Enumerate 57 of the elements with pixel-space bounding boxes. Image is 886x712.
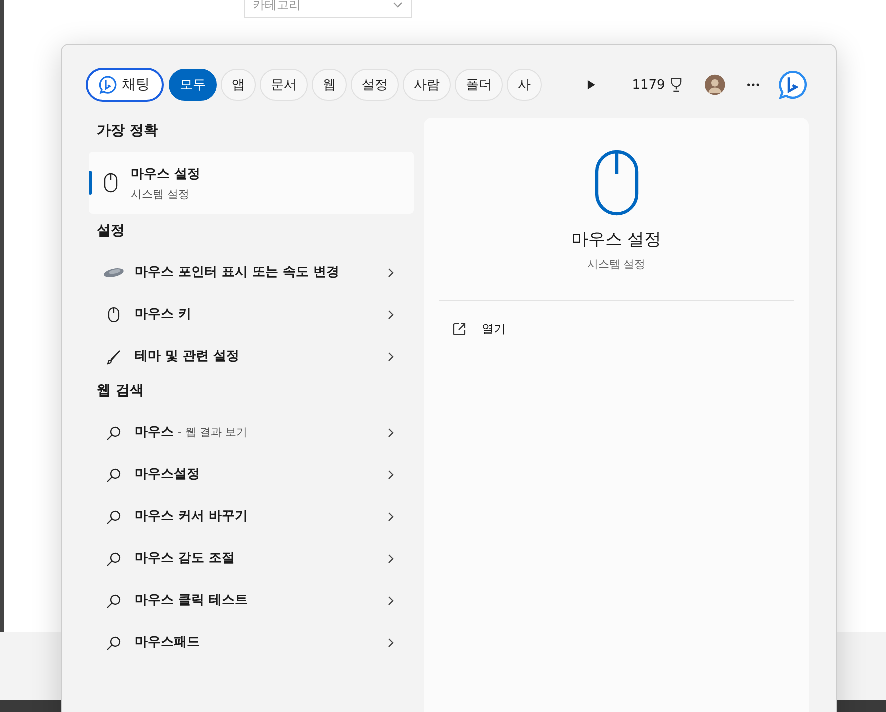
result-item[interactable]: 마우스패드 [89,622,414,664]
result-subtitle: 시스템 설정 [131,186,190,202]
chevron-right-icon [388,512,394,522]
filter-tab[interactable]: 모두 [169,69,217,101]
filter-tab[interactable]: 사람 [403,69,451,101]
chevron-icon [393,2,403,8]
result-item[interactable]: 마우스 키 [89,294,414,336]
result-title: 마우스 키 [135,306,193,324]
chevron-right-icon [388,268,394,278]
filter-tab[interactable]: 문서 [260,69,308,101]
points-count: 1179 [632,78,666,92]
chat-button[interactable]: 채팅 [86,68,164,102]
result-item[interactable]: 마우스 포인터 표시 또는 속도 변경 [89,252,414,294]
section-heading: 설정 [96,222,126,241]
filter-tab[interactable]: 앱 [221,69,256,101]
filter-tab[interactable]: 설정 [351,69,399,101]
more-icon[interactable] [746,83,760,87]
chat-logo-icon [98,75,118,95]
best-match-item[interactable]: 마우스 설정 시스템 설정 [89,152,414,214]
mouse-device-icon [103,267,125,279]
result-title: 마우스설정 [135,466,201,484]
result-title: 테마 및 관련 설정 [135,348,241,366]
chevron-right-icon [388,596,394,606]
result-item[interactable]: 마우스 클릭 테스트 [89,580,414,622]
preview-subtitle: 시스템 설정 [587,257,646,272]
mouse-icon [594,150,638,216]
chevron-right-icon [388,470,394,480]
filter-tab[interactable]: 웹 [312,69,347,101]
mouse-icon [103,173,119,193]
result-title: 마우스 - 웹 결과 보기 [135,424,248,442]
chevron-right-icon [388,638,394,648]
result-title: 마우스 클릭 테스트 [135,592,250,610]
open-external-icon [453,323,466,336]
result-item[interactable]: 테마 및 관련 설정 [89,336,414,378]
result-item[interactable]: 마우스 감도 조절 [89,538,414,580]
section-heading: 가장 정확 [96,122,159,141]
result-item[interactable]: 마우스설정 [89,454,414,496]
chevron-right-icon [388,310,394,320]
chevron-right-icon [388,428,394,438]
filter-tab[interactable]: 폴더 [455,69,503,101]
result-title: 마우스 설정 [131,166,201,182]
avatar-icon[interactable] [705,74,726,96]
chevron-right-icon [388,352,394,362]
trophy-icon [670,77,684,93]
play-icon[interactable] [587,79,596,91]
filter-tab[interactable]: 사 [507,69,542,101]
result-item[interactable]: 마우스 커서 바꾸기 [89,496,414,538]
open-action[interactable]: 열기 [453,321,506,338]
result-title: 마우스패드 [135,634,201,652]
result-title: 마우스 커서 바꾸기 [135,508,250,526]
chevron-right-icon [388,554,394,564]
result-item[interactable]: 마우스 - 웹 결과 보기 [89,412,414,454]
section-heading: 웹 검색 [96,382,145,401]
chat-logo-icon[interactable] [778,69,808,101]
result-title: 마우스 포인터 표시 또는 속도 변경 [135,264,341,282]
result-title: 마우스 감도 조절 [135,550,236,568]
preview-title: 마우스 설정 [571,229,662,251]
